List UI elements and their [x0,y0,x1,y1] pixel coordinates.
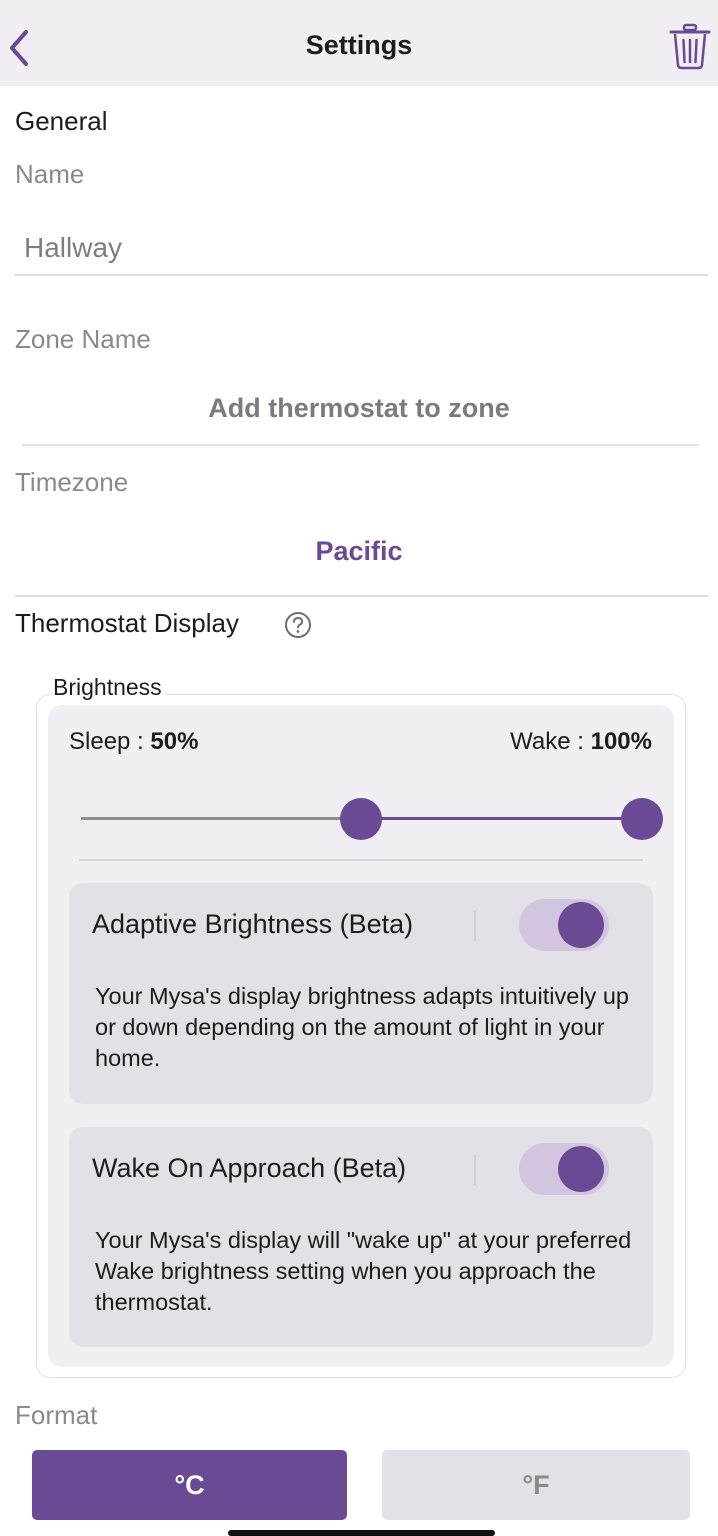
wake-value: 100% [590,728,652,755]
navigation-bar: Settings [0,0,718,86]
page-title: Settings [305,30,413,60]
zone-name-label: Zone Name [15,324,151,354]
trash-icon [669,23,711,70]
adaptive-brightness-description: Your Mysa's display brightness adapts in… [95,983,629,1071]
general-section-title: General [15,106,108,136]
adaptive-brightness-card: Adaptive Brightness (Beta) Your Mysa's d… [69,883,653,1104]
sleep-slider-thumb[interactable] [340,798,382,840]
add-to-zone-button[interactable]: Add thermostat to zone [0,393,718,424]
name-input[interactable] [15,222,708,276]
brightness-slider-range[interactable] [361,817,642,820]
sleep-brightness-readout: Sleep : 50% [69,728,198,756]
wake-brightness-readout: Wake : 100% [510,728,652,756]
thermostat-display-title: Thermostat Display [15,608,239,638]
wake-on-approach-title: Wake On Approach (Beta) [92,1153,407,1183]
delete-button[interactable] [668,22,712,70]
timezone-divider [15,595,708,597]
wake-on-approach-card: Wake On Approach (Beta) Your Mysa's disp… [69,1127,653,1347]
brightness-label: Brightness [50,674,165,701]
adaptive-brightness-title: Adaptive Brightness (Beta) [92,909,414,939]
wake-label: Wake : [510,728,584,755]
fahrenheit-button[interactable]: °F [382,1450,690,1520]
celsius-button[interactable]: °C [32,1450,347,1520]
wake-slider-thumb[interactable] [621,798,663,840]
wake-on-approach-description: Your Mysa's display will "wake up" at yo… [95,1227,632,1315]
adaptive-brightness-toggle[interactable] [519,899,609,951]
sleep-value: 50% [150,728,199,755]
question-circle-icon [285,612,311,638]
format-label: Format [15,1400,98,1430]
wake-separator [474,1155,476,1185]
name-label: Name [15,159,85,189]
wake-on-approach-toggle[interactable] [519,1143,609,1195]
timezone-label: Timezone [15,467,129,497]
toggle-knob [558,902,604,948]
zone-divider [22,444,699,446]
home-indicator [228,1530,495,1536]
timezone-button[interactable]: Pacific [0,536,718,567]
adaptive-separator [474,911,476,941]
sleep-label: Sleep : [69,728,144,755]
toggle-knob [558,1146,604,1192]
brightness-slider-track[interactable] [81,817,361,820]
help-button[interactable] [284,611,312,639]
slider-divider [79,859,643,861]
